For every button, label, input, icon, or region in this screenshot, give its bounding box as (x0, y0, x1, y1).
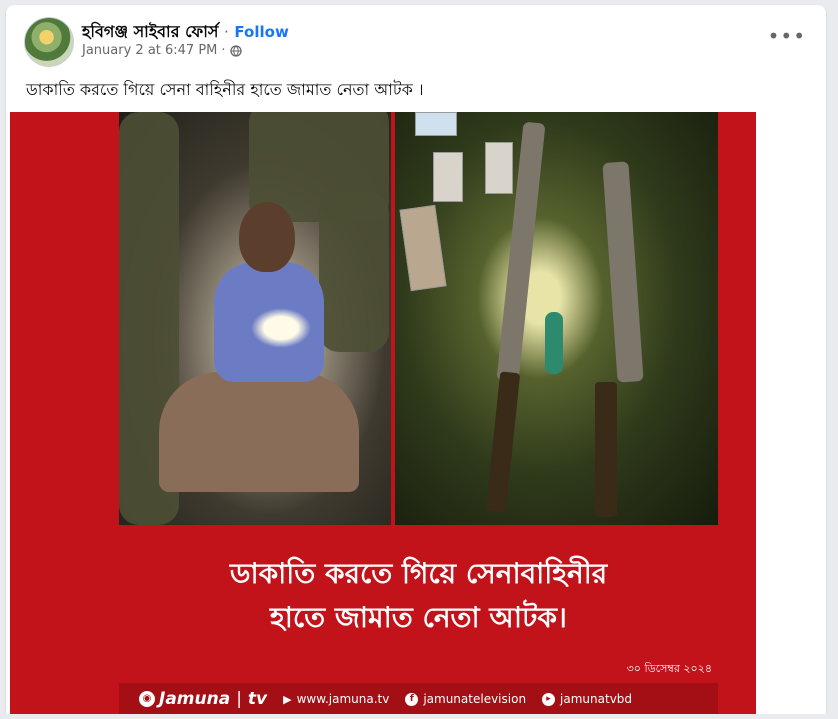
page-avatar[interactable] (24, 17, 74, 67)
brand-suffix: tv (247, 689, 268, 709)
facebook-icon: f (405, 692, 419, 706)
post-header: হবিগঞ্জ সাইবার ফোর্স · Follow (82, 19, 289, 46)
post-card: হবিগঞ্জ সাইবার ফোর্স · Follow January 2 … (6, 5, 826, 719)
headline-line-1: ডাকাতি করতে গিয়ে সেনাবাহিনীর (229, 557, 608, 590)
follow-button[interactable]: Follow (234, 23, 288, 41)
play-arrow-icon: ▶ (283, 692, 292, 706)
post-timestamp[interactable]: January 2 at 6:47 PM (82, 43, 217, 58)
youtube-icon: ▸ (542, 692, 556, 706)
website-text: www.jamuna.tv (296, 692, 390, 706)
headline-line-2: হাতে জামাত নেতা আটক। (270, 601, 567, 634)
image-footer-bar: ◉ Jamuna | tv ▶ www.jamuna.tv f jamunate… (119, 683, 718, 715)
youtube-text: jamunatvbd (560, 692, 633, 706)
photo-seized-weapons (395, 112, 718, 525)
image-headline: ডাকাতি করতে গিয়ে সেনাবাহিনীর হাতে জামাত… (119, 552, 718, 640)
more-options-icon[interactable]: ••• (768, 26, 806, 46)
brand-name: Jamuna (159, 689, 231, 709)
post-text: ডাকাতি করতে গিয়ে সেনা বাহিনীর হাতে জামা… (26, 80, 424, 99)
facebook-item: f jamunatelevision (405, 692, 526, 706)
image-date: ৩০ ডিসেম্বর ২০২৪ (626, 662, 712, 675)
post-meta: January 2 at 6:47 PM · (82, 43, 242, 58)
separator-dot: · (224, 23, 229, 41)
youtube-item: ▸ jamunatvbd (542, 692, 632, 706)
facebook-text: jamunatelevision (423, 692, 527, 706)
jamuna-logo: ◉ Jamuna | tv (139, 689, 267, 709)
globe-icon (229, 44, 242, 57)
post-image[interactable]: ডাকাতি করতে গিয়ে সেনাবাহিনীর হাতে জামাত… (10, 112, 756, 719)
divider (0, 714, 838, 719)
photo-arrested-man (119, 112, 391, 525)
page-name-link[interactable]: হবিগঞ্জ সাইবার ফোর্স (82, 22, 218, 41)
jamuna-logo-icon: ◉ (139, 691, 155, 707)
website-item: ▶ www.jamuna.tv (283, 692, 389, 706)
meta-separator: · (221, 43, 226, 58)
